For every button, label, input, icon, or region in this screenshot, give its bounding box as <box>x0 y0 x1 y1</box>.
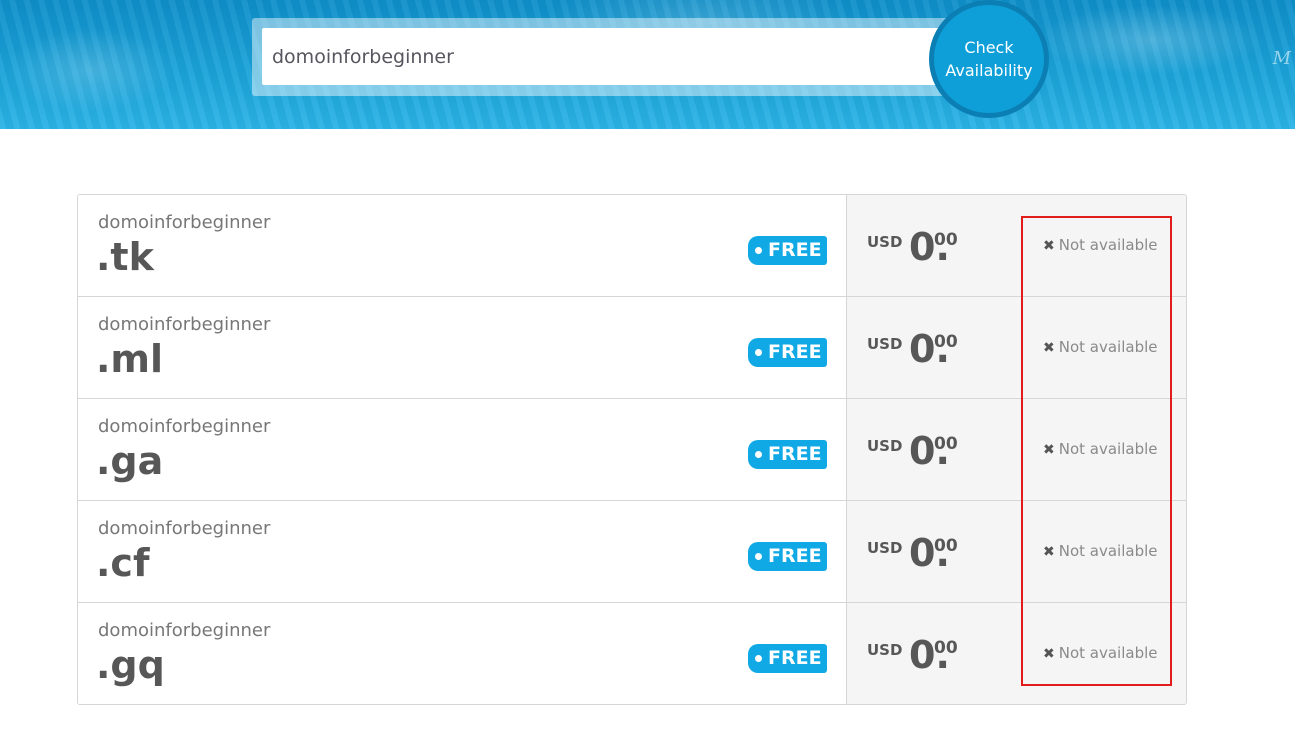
close-icon: ✖ <box>1043 238 1055 254</box>
free-badge-label: FREE <box>768 341 822 363</box>
check-availability-label-line1: Check <box>964 38 1014 57</box>
price-decimal: 00 <box>934 638 958 658</box>
domain-tld: .cf <box>96 541 150 585</box>
dot-icon <box>755 451 762 458</box>
domain-name-cell: domoinforbeginner .ga FREE <box>78 399 847 500</box>
domain-result-row: domoinforbeginner .tk FREE USD 0. 00 ✖ No… <box>78 195 1186 297</box>
availability-status-label: Not available <box>1058 338 1158 356</box>
free-badge: FREE <box>748 542 827 571</box>
domain-sld: domoinforbeginner <box>98 416 271 437</box>
free-badge-label: FREE <box>768 443 822 465</box>
close-icon: ✖ <box>1043 340 1055 356</box>
free-badge: FREE <box>748 644 827 673</box>
domain-price-cell: USD 0. 00 ✖ Not available <box>847 603 1186 704</box>
free-badge-label: FREE <box>768 239 822 261</box>
free-badge-label: FREE <box>768 647 822 669</box>
domain-name-cell: domoinforbeginner .gq FREE <box>78 603 847 704</box>
dot-icon <box>755 247 762 254</box>
domain-price-cell: USD 0. 00 ✖ Not available <box>847 399 1186 500</box>
price-currency: USD <box>867 437 903 455</box>
check-availability-label-line2: Availability <box>945 61 1033 80</box>
free-badge: FREE <box>748 236 827 265</box>
dot-icon <box>755 349 762 356</box>
availability-status: ✖ Not available <box>1043 644 1158 662</box>
domain-sld: domoinforbeginner <box>98 314 271 335</box>
availability-status: ✖ Not available <box>1043 236 1158 254</box>
domain-price-cell: USD 0. 00 ✖ Not available <box>847 195 1186 296</box>
price-decimal: 00 <box>934 434 958 454</box>
price-decimal: 00 <box>934 332 958 352</box>
hero-banner: M Check Availability <box>0 0 1295 129</box>
price-currency: USD <box>867 539 903 557</box>
domain-results-table: domoinforbeginner .tk FREE USD 0. 00 ✖ No… <box>77 194 1187 705</box>
availability-status-label: Not available <box>1058 440 1158 458</box>
price-currency: USD <box>867 335 903 353</box>
domain-sld: domoinforbeginner <box>98 620 271 641</box>
price-currency: USD <box>867 641 903 659</box>
domain-result-row: domoinforbeginner .ml FREE USD 0. 00 ✖ No… <box>78 297 1186 399</box>
availability-status: ✖ Not available <box>1043 440 1158 458</box>
domain-name-cell: domoinforbeginner .tk FREE <box>78 195 847 296</box>
close-icon: ✖ <box>1043 442 1055 458</box>
price-decimal: 00 <box>934 536 958 556</box>
dot-icon <box>755 655 762 662</box>
close-icon: ✖ <box>1043 544 1055 560</box>
price-decimal: 00 <box>934 230 958 250</box>
domain-name-cell: domoinforbeginner .cf FREE <box>78 501 847 602</box>
domain-tld: .ml <box>96 337 164 381</box>
availability-status-label: Not available <box>1058 542 1158 560</box>
availability-status-label: Not available <box>1058 644 1158 662</box>
availability-status: ✖ Not available <box>1043 338 1158 356</box>
check-availability-button[interactable]: Check Availability <box>929 0 1049 118</box>
domain-search-bar <box>252 18 952 96</box>
domain-tld: .tk <box>96 235 154 279</box>
domain-search-input[interactable] <box>262 28 952 85</box>
dot-icon <box>755 553 762 560</box>
availability-status: ✖ Not available <box>1043 542 1158 560</box>
domain-sld: domoinforbeginner <box>98 212 271 233</box>
domain-price-cell: USD 0. 00 ✖ Not available <box>847 501 1186 602</box>
free-badge: FREE <box>748 338 827 367</box>
domain-sld: domoinforbeginner <box>98 518 271 539</box>
price-currency: USD <box>867 233 903 251</box>
free-badge-label: FREE <box>768 545 822 567</box>
domain-tld: .gq <box>96 643 165 687</box>
domain-result-row: domoinforbeginner .gq FREE USD 0. 00 ✖ No… <box>78 603 1186 704</box>
domain-result-row: domoinforbeginner .cf FREE USD 0. 00 ✖ No… <box>78 501 1186 603</box>
domain-name-cell: domoinforbeginner .ml FREE <box>78 297 847 398</box>
availability-status-label: Not available <box>1058 236 1158 254</box>
domain-result-row: domoinforbeginner .ga FREE USD 0. 00 ✖ No… <box>78 399 1186 501</box>
hero-decor-text: M <box>1272 48 1291 69</box>
domain-tld: .ga <box>96 439 164 483</box>
free-badge: FREE <box>748 440 827 469</box>
domain-price-cell: USD 0. 00 ✖ Not available <box>847 297 1186 398</box>
close-icon: ✖ <box>1043 646 1055 662</box>
